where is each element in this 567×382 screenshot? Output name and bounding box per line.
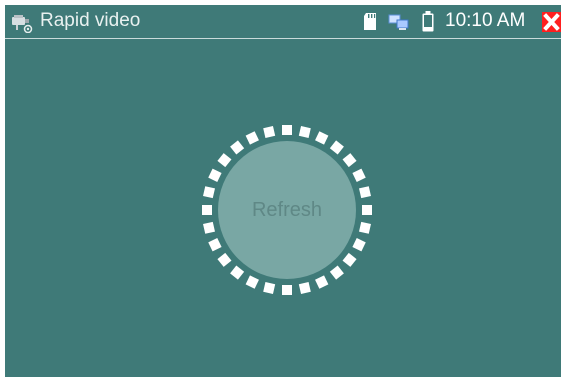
spinner-dot [230, 265, 245, 280]
spinner-dot [362, 205, 372, 215]
spinner-dot [298, 282, 311, 294]
spinner-dot [352, 168, 366, 182]
spinner-dot [263, 282, 276, 294]
spinner-dot [329, 265, 344, 280]
spinner-dot [203, 221, 215, 234]
spinner-dot [230, 140, 245, 155]
close-icon [543, 13, 560, 31]
spinner-dot [342, 252, 357, 267]
spinner-dot [208, 238, 222, 252]
spinner-dot [203, 186, 215, 199]
spinner-dot [208, 168, 222, 182]
spinner-dot [217, 252, 232, 267]
spinner-dot [282, 125, 292, 135]
spinner-dot [315, 131, 329, 145]
network-icon [388, 14, 410, 31]
spinner-dot [359, 221, 371, 234]
spinner-dot [342, 153, 357, 168]
spinner-dot [359, 186, 371, 199]
sd-card-icon [363, 12, 377, 31]
spinner-dot [263, 126, 276, 138]
close-button[interactable] [542, 12, 561, 32]
spinner-dot [245, 131, 259, 145]
spinner-dot [298, 126, 311, 138]
spinner-dot [217, 153, 232, 168]
app-screen: Rapid video 10:10 AM Refresh [5, 5, 561, 377]
battery-icon [422, 11, 434, 32]
camera-icon [10, 11, 34, 34]
spinner-dot [352, 238, 366, 252]
title-divider [5, 38, 561, 39]
spinner-dot [315, 275, 329, 289]
title-bar: Rapid video 10:10 AM [5, 5, 561, 38]
spinner-dot [202, 205, 212, 215]
spinner-dot [329, 140, 344, 155]
app-title: Rapid video [40, 10, 141, 31]
refresh-label: Refresh [251, 199, 323, 221]
refresh-button[interactable]: Refresh [218, 141, 356, 279]
spinner-dot [245, 275, 259, 289]
spinner-dot [282, 285, 292, 295]
clock: 10:10 AM [445, 10, 526, 31]
